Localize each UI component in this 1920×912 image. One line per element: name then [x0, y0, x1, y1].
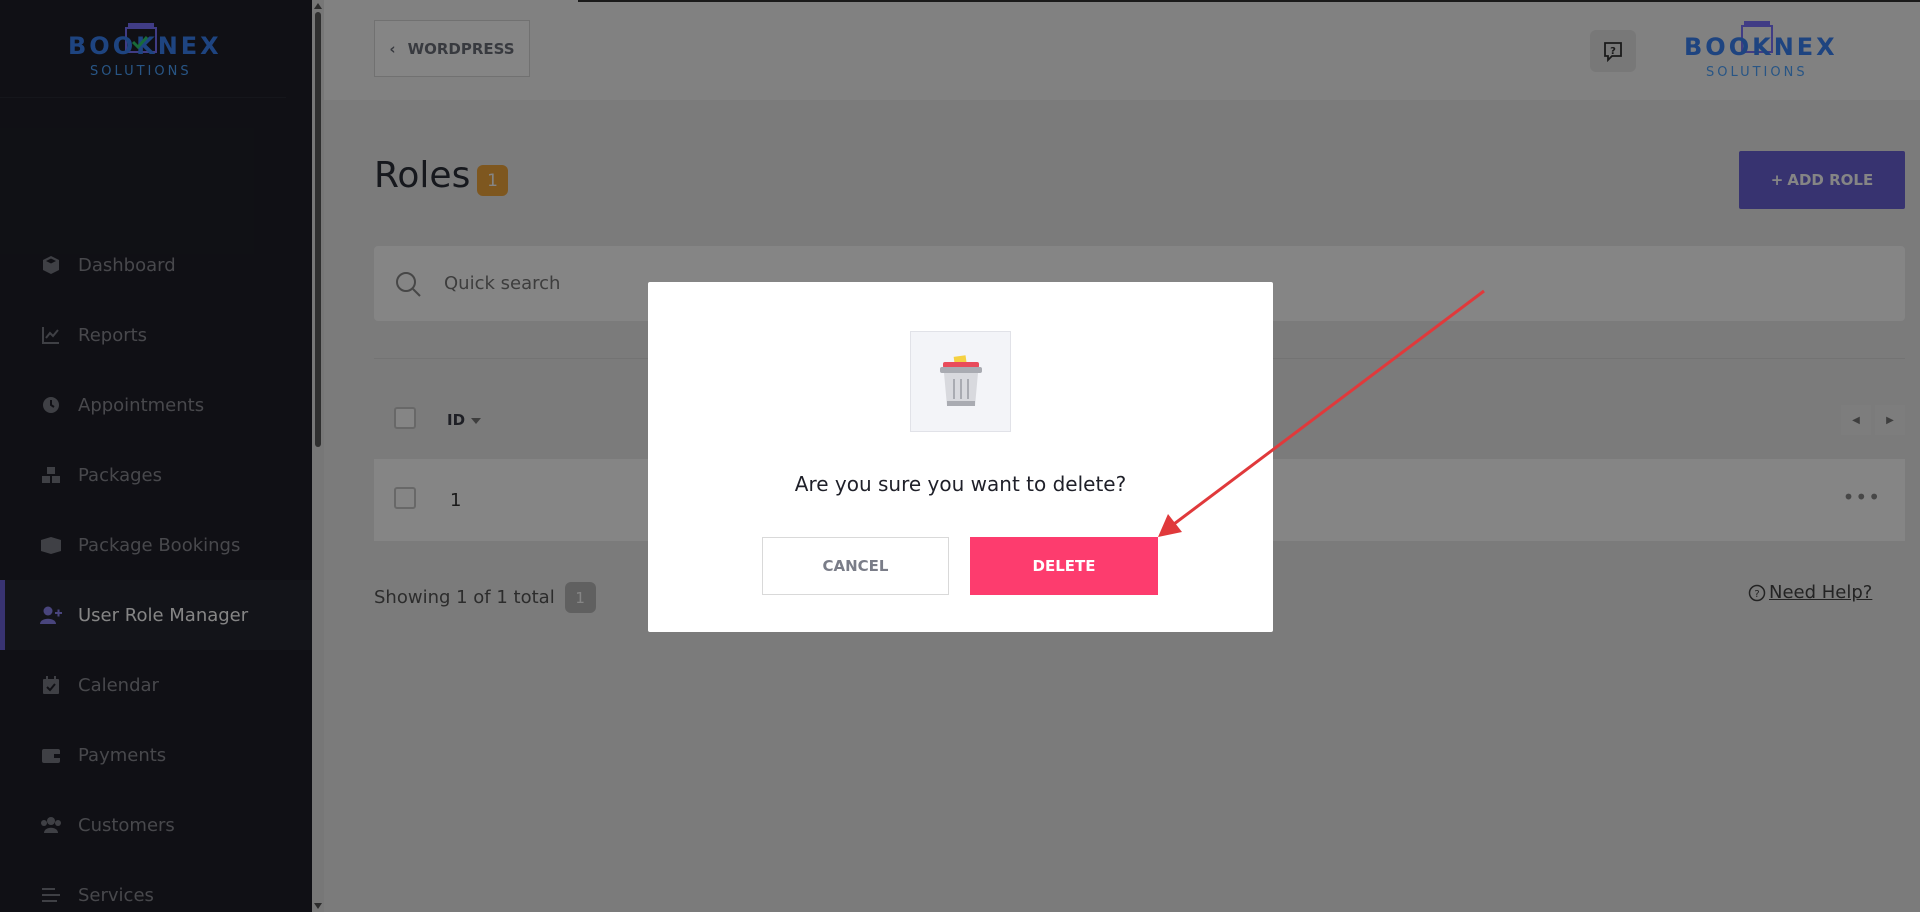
- delete-confirmation-dialog: Are you sure you want to delete? CANCEL …: [648, 282, 1273, 632]
- cancel-button[interactable]: CANCEL: [762, 537, 949, 595]
- trash-can-icon: [939, 354, 982, 406]
- delete-button[interactable]: DELETE: [970, 537, 1158, 595]
- trash-icon-container: [910, 331, 1011, 432]
- delete-confirmation-message: Are you sure you want to delete?: [794, 472, 1127, 496]
